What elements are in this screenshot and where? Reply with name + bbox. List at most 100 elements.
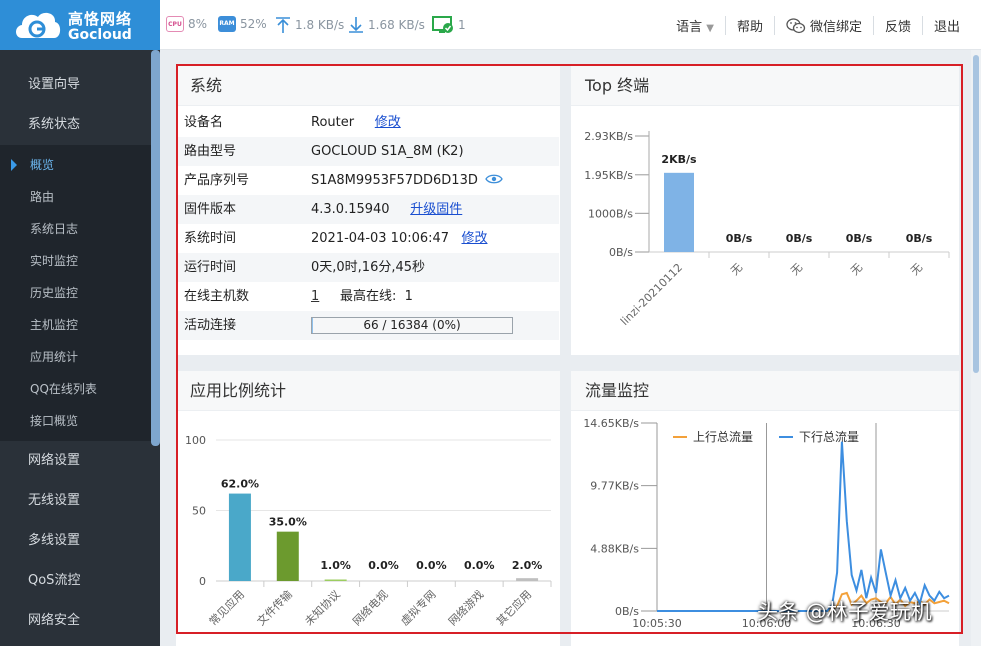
language-label: 语言: [676, 20, 703, 35]
sidebar-item-route[interactable]: 路由: [0, 181, 160, 213]
feedback-link[interactable]: 反馈: [872, 16, 922, 35]
bar-value-label: 0.0%: [368, 559, 399, 572]
sidebar-group-setup-wizard[interactable]: 设置向导: [0, 65, 160, 105]
online-hosts-label: 在线主机数: [184, 289, 250, 304]
bar-value-label: 0B/s: [786, 232, 813, 245]
x-tick-label: 未知协议: [302, 587, 343, 628]
bar: [516, 578, 539, 581]
y-tick-label: 0: [199, 575, 206, 588]
y-tick-label: 0B/s: [609, 246, 633, 259]
serial-value: S1A8M9953F57DD6D13D: [311, 173, 478, 188]
download-value: 1.68 KB/s: [368, 18, 425, 32]
upgrade-firmware-link[interactable]: 升级固件: [410, 202, 462, 217]
sidebar-item-system-log[interactable]: 系统日志: [0, 213, 160, 245]
y-tick-label: 1000B/s: [588, 207, 633, 220]
cloud-logo-icon: [16, 12, 61, 38]
sidebar-item-app-stats[interactable]: 应用统计: [0, 341, 160, 373]
bar: [228, 493, 251, 581]
eye-icon[interactable]: [485, 173, 503, 185]
brand-name-cn: 高恪网络: [68, 10, 133, 28]
sidebar-scrollbar[interactable]: [151, 50, 160, 446]
upload-arrow-icon: [276, 17, 290, 33]
y-tick-label: 1.95KB/s: [584, 169, 633, 182]
traffic-title: 流量监控: [571, 371, 959, 411]
sidebar-item-overview[interactable]: 概览: [0, 149, 160, 181]
bar: [664, 172, 694, 252]
y-tick-label: 2.93KB/s: [584, 130, 633, 143]
device-name-value: Router: [311, 115, 355, 130]
sidebar-group-security[interactable]: 网络安全: [0, 601, 160, 641]
sidebar-group-wireless[interactable]: 无线设置: [0, 481, 160, 521]
firmware-value: 4.3.0.15940: [311, 202, 390, 217]
monitor-check-icon: [432, 16, 453, 33]
system-time-value: 2021-04-03 10:06:47: [311, 231, 450, 246]
row-online-hosts: 在线主机数 1 最高在线: 1: [176, 282, 559, 311]
app-ratio-panel: 应用比例统计 100 50 0 62.0% 常见应用 35.0% 文件传输 1.0% 未知协议 0…: [176, 371, 560, 646]
max-online-value: 1: [404, 289, 413, 304]
bar-value-label: 0B/s: [906, 232, 933, 245]
main-content: 系统 设备名 Router 修改 路由型号 GOCLOUD S1A_8M (K2…: [160, 50, 981, 646]
top-terminals-chart: 2.93KB/s 1.95KB/s 1000B/s 0B/s 2KB/s linzi-20…: [584, 130, 950, 328]
download-arrow-icon: [349, 17, 363, 33]
x-tick-label: 无: [848, 261, 865, 278]
bar-value-label: 0.0%: [416, 559, 447, 572]
bar-value-label: 35.0%: [269, 516, 307, 529]
app-ratio-chart: 100 50 0 62.0% 常见应用 35.0% 文件传输 1.0% 未知协议 0.0% 网络电视…: [185, 434, 552, 628]
uptime-label: 运行时间: [184, 260, 237, 275]
system-time-label: 系统时间: [184, 231, 237, 246]
x-tick-label: 网络电视: [350, 587, 391, 628]
logout-link[interactable]: 退出: [921, 16, 971, 35]
help-link[interactable]: 帮助: [724, 16, 774, 35]
firmware-label: 固件版本: [184, 202, 237, 217]
device-name-cell: Router 修改: [311, 108, 401, 137]
row-uptime: 运行时间 0天,0时,16分,45秒: [176, 253, 559, 282]
cpu-icon: CPU: [166, 16, 184, 32]
ram-value: 52%: [240, 17, 267, 31]
edit-device-name-link[interactable]: 修改: [375, 115, 401, 130]
x-tick-label: 常见应用: [206, 587, 247, 628]
connections-progress-bar: 66 / 16384 (0%): [311, 317, 513, 334]
wechat-bind-link[interactable]: 微信绑定: [773, 16, 873, 35]
bar-value-label: 62.0%: [221, 478, 259, 491]
bar-value-label: 0B/s: [726, 232, 753, 245]
active-connections-label: 活动连接: [184, 318, 237, 333]
sidebar-group-system-status[interactable]: 系统状态: [0, 105, 160, 145]
bar-value-label: 1.0%: [320, 559, 351, 572]
y-tick-label: 9.77KB/s: [590, 480, 639, 493]
bar-value-label: 0.0%: [464, 559, 495, 572]
x-tick-label: 10:05:30: [632, 617, 681, 630]
brand-logo[interactable]: 高恪网络 Gocloud: [0, 0, 160, 50]
devices-stat[interactable]: 1: [432, 16, 466, 34]
sidebar: 设置向导 系统状态 概览 路由 系统日志 实时监控 历史监控 主机监控 应用统计…: [0, 50, 160, 646]
sidebar-item-qq-online[interactable]: QQ在线列表: [0, 373, 160, 405]
cpu-value: 8%: [188, 17, 208, 31]
legend-label: 下行总流量: [799, 430, 859, 444]
row-system-time: 系统时间 2021-04-03 10:06:47 修改: [176, 224, 559, 253]
system-time-cell: 2021-04-03 10:06:47 修改: [311, 224, 488, 253]
legend-label: 上行总流量: [693, 430, 753, 444]
sidebar-group-multiline[interactable]: 多线设置: [0, 521, 160, 561]
online-hosts-link[interactable]: 1: [311, 289, 319, 304]
top-terminals-title: Top 终端: [571, 66, 959, 106]
edit-time-link[interactable]: 修改: [461, 231, 487, 246]
caret-down-icon: ▼: [706, 23, 714, 34]
sidebar-item-host-monitor[interactable]: 主机监控: [0, 309, 160, 341]
x-tick-label: 无: [728, 261, 745, 278]
sidebar-item-interface-overview[interactable]: 接口概览: [0, 405, 160, 437]
x-tick-label: 无: [908, 261, 925, 278]
sidebar-group-qos[interactable]: QoS流控: [0, 561, 160, 601]
top-menu: 语言 ▼ 帮助 微信绑定 反馈 退出: [665, 16, 971, 35]
sidebar-group-network[interactable]: 网络设置: [0, 441, 160, 481]
row-device-name: 设备名 Router 修改: [176, 108, 559, 137]
sidebar-item-history-monitor[interactable]: 历史监控: [0, 277, 160, 309]
page-scrollbar[interactable]: [971, 50, 981, 646]
row-firmware: 固件版本 4.3.0.15940 升级固件: [176, 195, 559, 224]
sidebar-item-realtime-monitor[interactable]: 实时监控: [0, 245, 160, 277]
connections-value: 66 / 16384 (0%): [363, 318, 461, 332]
x-tick-label: 文件传输: [254, 587, 295, 628]
upload-stat: 1.8 KB/s: [275, 16, 344, 34]
page-scrollbar-thumb[interactable]: [973, 55, 979, 373]
language-menu[interactable]: 语言 ▼: [665, 16, 725, 35]
devices-value: 1: [458, 18, 466, 32]
wechat-label: 微信绑定: [809, 20, 862, 35]
